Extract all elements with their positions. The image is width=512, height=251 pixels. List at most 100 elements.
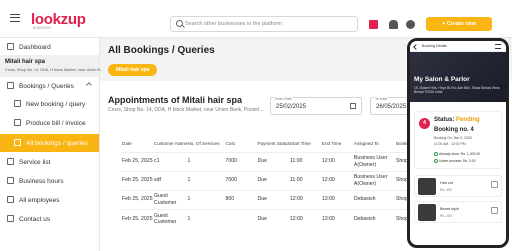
menu-icon[interactable] <box>495 44 501 49</box>
booking-timing: 11:00 AM - 12:00 PM <box>434 142 466 146</box>
sidebar-item-dashboard[interactable]: Dashboard <box>0 38 99 56</box>
sidebar-item-label: Dashboard <box>19 44 51 51</box>
sidebar-item-all-bookings[interactable]: All bookings / queries <box>0 134 99 152</box>
create-new-button[interactable]: + Create new <box>426 17 492 31</box>
column-header[interactable]: Payment Status <box>257 136 289 152</box>
service-item[interactable]: Beard style Rs. 200 <box>414 201 502 223</box>
service-price: Rs. 200 <box>440 214 452 218</box>
sidebar-item-service-list[interactable]: Service list <box>0 153 99 171</box>
sidebar-item-bookings-queries[interactable]: Bookings / Queries <box>0 77 99 95</box>
user-account-icon[interactable] <box>406 20 415 29</box>
remove-service-button[interactable] <box>491 181 498 188</box>
service-name: Hair cut <box>440 181 454 185</box>
cell-customer: Guest Customer <box>154 208 188 228</box>
notification-bell-icon[interactable] <box>389 20 398 29</box>
from-date-field[interactable]: From Date 25/02/2025 <box>270 97 362 115</box>
table-row[interactable]: Feb 25, 2025 Guest Customer 1 Due 12:00 … <box>122 208 436 228</box>
cell-start: 11:00 <box>289 170 322 190</box>
table-row[interactable]: Feb 25, 2025 c1 1 7000 Due 11:00 12:00 B… <box>122 151 436 171</box>
cell-cost: 7000 <box>225 170 258 190</box>
search-input[interactable] <box>185 17 355 31</box>
cell-services: 1 <box>187 189 226 209</box>
brand-logo[interactable]: lookzup <box>31 12 86 27</box>
cell-date: Feb 25, 2025 <box>122 189 154 209</box>
back-arrow-icon[interactable] <box>413 44 419 50</box>
service-thumbnail <box>418 178 436 195</box>
cell-payment: Due <box>257 170 290 190</box>
service-name: Beard style <box>440 207 459 211</box>
search-box[interactable] <box>170 16 358 32</box>
cell-cost: 800 <box>225 189 258 209</box>
column-header[interactable]: No. Of Services <box>187 136 225 152</box>
sidebar-item-label: Bookings / Queries <box>19 83 74 90</box>
cell-start: 12:00 <box>289 189 322 209</box>
payment-done-line: Already done: Rs. 1,000.00 <box>434 152 481 157</box>
check-circle-icon <box>434 152 438 157</box>
business-name: Mitali hair spa <box>5 59 46 65</box>
cell-end: 13:00 <box>321 208 354 228</box>
salon-address: 15, Diasre Hhs, Hhyd Bl Rd, Adh Blhi, St… <box>414 86 500 95</box>
column-header[interactable]: End Time <box>322 136 354 152</box>
hamburger-menu-icon[interactable] <box>10 14 20 22</box>
cell-assigned: Business User A(Owner) <box>353 170 396 190</box>
cell-assigned: Debasish <box>353 189 396 209</box>
column-header[interactable]: Assigned To <box>354 136 396 152</box>
cell-customer: sdf <box>154 170 188 190</box>
remove-service-button[interactable] <box>491 207 498 214</box>
cell-start: 12:00 <box>289 208 322 228</box>
search-icon <box>176 20 183 27</box>
sidebar: Dashboard Mitali hair spa Cross, Shop No… <box>0 38 103 251</box>
cell-end: 12:00 <box>321 151 354 171</box>
invoice-icon <box>14 119 21 126</box>
cell-start: 11:00 <box>289 151 322 171</box>
clock-icon <box>7 177 14 184</box>
phone-app-bar: Booking Details <box>410 41 506 52</box>
sidebar-item-new-booking[interactable]: New booking / query <box>0 95 99 113</box>
cell-services: 1 <box>187 208 226 228</box>
cell-services: 1 <box>187 170 226 190</box>
sidebar-item-contact-us[interactable]: Contact us <box>0 210 99 228</box>
cell-payment: Due <box>257 189 290 209</box>
service-item[interactable]: Hair cut Rs. 400 <box>414 175 502 197</box>
column-header[interactable]: Start Time <box>290 136 322 152</box>
sidebar-item-label: New booking / query <box>26 101 86 108</box>
cell-end: 13:00 <box>321 189 354 209</box>
table-row[interactable]: Feb 25, 2025 Guest Customer 1 800 Due 12… <box>122 189 436 209</box>
column-header[interactable]: Cost <box>225 136 257 152</box>
cell-customer: Guest Customer <box>154 189 188 209</box>
phone-preview: Booking Details My Salon & Parlor 15, Di… <box>407 38 509 248</box>
to-date-label: To Date <box>374 97 389 101</box>
business-selector[interactable]: Mitali hair spa Cross, Shop No. 14, DDA,… <box>0 55 103 77</box>
table-row[interactable]: Feb 25, 2025 sdf 1 7000 Due 11:00 12:00 … <box>122 170 436 190</box>
booking-number-badge: 4 <box>419 118 430 129</box>
column-header[interactable]: Date <box>122 136 154 152</box>
page-title: All Bookings / Queries <box>108 45 215 56</box>
people-icon <box>7 196 14 203</box>
phone-screen-title: Booking Details <box>422 44 447 48</box>
shop-icon[interactable] <box>369 20 378 29</box>
cell-end: 12:00 <box>321 170 354 190</box>
column-header[interactable]: Customer Name <box>154 136 187 152</box>
business-chip[interactable]: Mitali hair spa <box>108 64 158 76</box>
cell-assigned: Debasish <box>353 208 396 228</box>
status-line: Status: Pending <box>434 117 480 123</box>
top-bar: lookzup BUSINESS + Create new <box>0 0 512 38</box>
calendar-icon[interactable] <box>350 103 356 109</box>
cell-cost <box>225 208 258 228</box>
salon-name: My Salon & Parlor <box>414 76 470 83</box>
booking-status-card: 4 Status: Pending Booking no. 4 Booking … <box>414 111 502 169</box>
payment-process-line: Under process: Rs. 0.00 <box>434 159 476 164</box>
cell-cost: 7000 <box>225 151 258 171</box>
sidebar-item-produce-bill[interactable]: Produce bill / invoice <box>0 114 99 132</box>
service-icon <box>7 158 14 165</box>
payment-done: Already done: Rs. 1,000.00 <box>439 152 481 156</box>
brand-tagline: BUSINESS <box>33 26 51 30</box>
calendar-icon <box>7 82 14 89</box>
booking-on: Booking On: Mar 9, 2025 <box>434 136 472 140</box>
sidebar-item-business-hours[interactable]: Business hours <box>0 172 99 190</box>
appointments-title: Appointments of Mitali hair spa <box>108 95 243 105</box>
sidebar-item-label: Contact us <box>19 216 51 223</box>
salon-hero: My Salon & Parlor 15, Diasre Hhs, Hhyd B… <box>410 52 506 102</box>
cell-date: Feb 25, 2025 <box>122 208 154 228</box>
sidebar-item-all-employees[interactable]: All employees <box>0 191 99 209</box>
